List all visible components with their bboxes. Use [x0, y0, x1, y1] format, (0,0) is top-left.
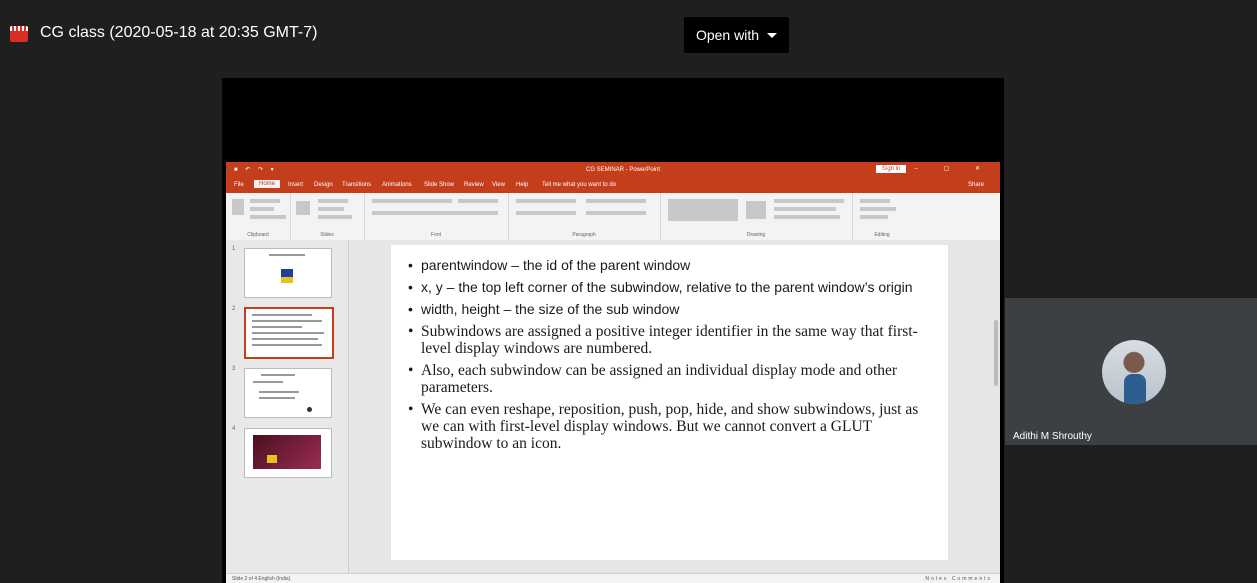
ribbon-label-drawing: Drawing [746, 232, 766, 238]
ppt-title-bar: ■ ↶ ↷ ▾ CG SEMINAR - PowerPoint Sign in … [226, 162, 1000, 178]
tell-me-search: Tell me what you want to do [542, 182, 617, 188]
viewer-header: CG class (2020-05-18 at 20:35 GMT-7) Ope… [0, 0, 1257, 70]
slide-thumbnail-pane: 1 2 3 4 [226, 240, 349, 573]
tab-slide-show: Slide Show [424, 182, 455, 188]
open-with-button[interactable]: Open with [684, 17, 789, 53]
current-slide: parentwindow – the id of the parent wind… [391, 245, 948, 560]
tab-review: Review [464, 182, 484, 188]
ppt-ribbon: Clipboard Slides Font Paragraph Drawing … [226, 193, 1000, 241]
file-title: CG class (2020-05-18 at 20:35 GMT-7) [40, 24, 318, 41]
ppt-doc-title: CG SEMINAR - PowerPoint [586, 167, 661, 173]
ribbon-group-drawing: Drawing [660, 193, 853, 240]
status-notes-comments: Notes Comments [925, 576, 992, 582]
bullet-display-mode: Also, each subwindow can be assigned an … [408, 362, 938, 396]
tab-help: Help [516, 182, 529, 188]
caret-down-icon [767, 32, 778, 38]
participant-name: Adithi M Shrouthy [1013, 431, 1092, 442]
bullet-width-height: width, height – the size of the sub wind… [408, 301, 938, 318]
slide-thumbnail-3 [244, 368, 332, 418]
ppt-ribbon-tabs: File Home Insert Design Transitions Anim… [226, 178, 1000, 193]
bullet-parentwindow: parentwindow – the id of the parent wind… [408, 257, 938, 274]
thumb-number: 1 [232, 246, 236, 252]
ribbon-group-paragraph: Paragraph [508, 193, 661, 240]
ribbon-label-clipboard: Clipboard [247, 232, 269, 238]
tab-animations: Animations [382, 182, 412, 188]
ribbon-label-paragraph: Paragraph [572, 232, 596, 238]
tab-home: Home [254, 180, 281, 188]
ribbon-label-slides: Slides [320, 232, 334, 238]
ribbon-group-font: Font [364, 193, 509, 240]
thumb-number: 4 [232, 426, 236, 432]
tab-file: File [234, 182, 244, 188]
status-slide-info: Slide 2 of 4 English (India) [232, 576, 291, 582]
ribbon-group-slides: Slides [290, 193, 365, 240]
slide-bullet-list: parentwindow – the id of the parent wind… [408, 257, 938, 457]
ppt-status-bar: Slide 2 of 4 English (India) Notes Comme… [226, 573, 1000, 583]
ribbon-group-editing: Editing [852, 193, 912, 240]
window-controls-icon: ▭ – ▢ ✕ [883, 166, 992, 172]
tab-transitions: Transitions [342, 182, 372, 188]
slide-thumbnail-4 [244, 428, 332, 478]
ribbon-label-editing: Editing [874, 232, 890, 238]
thumb-number: 3 [232, 366, 236, 372]
bullet-subwindows-ids: Subwindows are assigned a positive integ… [408, 323, 938, 357]
open-with-label: Open with [695, 27, 760, 43]
video-stage: ■ ↶ ↷ ▾ CG SEMINAR - PowerPoint Sign in … [0, 70, 1257, 583]
share-button: Share [968, 182, 985, 188]
slide-thumbnail-2 [244, 307, 334, 359]
video-file-icon [10, 26, 28, 42]
avatar [1102, 340, 1166, 404]
participant-tile: Adithi M Shrouthy [1005, 298, 1257, 445]
ribbon-label-font: Font [430, 232, 441, 238]
bullet-reshape: We can even reshape, reposition, push, p… [408, 401, 938, 452]
thumb-number: 2 [232, 306, 236, 312]
slide-thumbnail-1 [244, 248, 332, 298]
tab-view: View [492, 182, 505, 188]
slide-editing-area: parentwindow – the id of the parent wind… [349, 240, 1000, 573]
tab-design: Design [314, 182, 333, 188]
powerpoint-window: ■ ↶ ↷ ▾ CG SEMINAR - PowerPoint Sign in … [226, 162, 1000, 583]
tab-insert: Insert [288, 182, 304, 188]
bullet-xy: x, y – the top left corner of the subwin… [408, 279, 938, 296]
quick-access-icons: ■ ↶ ↷ ▾ [234, 167, 277, 173]
slide-scrollbar [994, 320, 998, 386]
video-frame[interactable]: ■ ↶ ↷ ▾ CG SEMINAR - PowerPoint Sign in … [222, 78, 1004, 583]
ribbon-group-clipboard: Clipboard [226, 193, 291, 240]
